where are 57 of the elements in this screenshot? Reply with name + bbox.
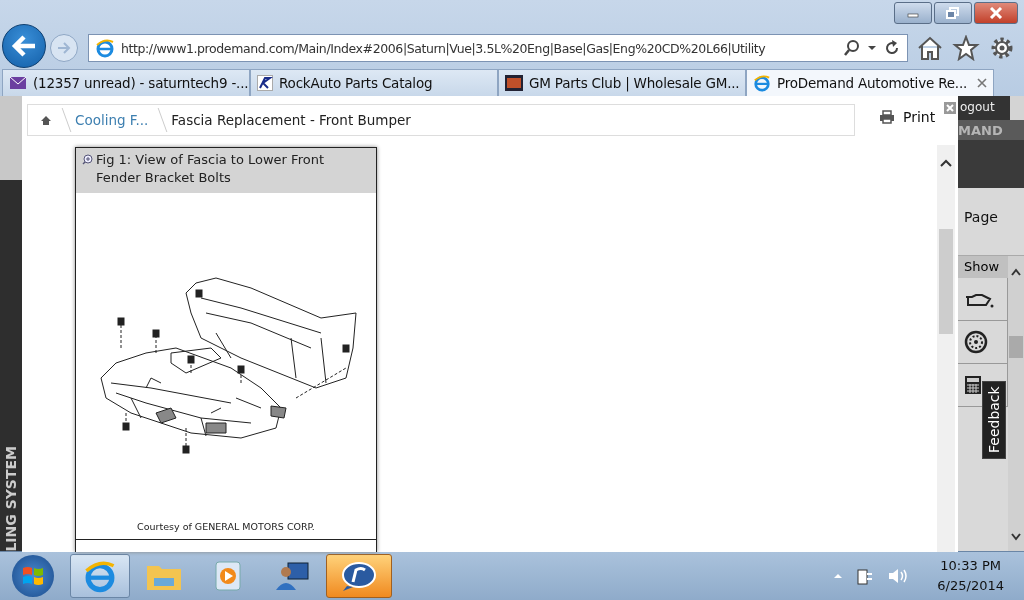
figure-credit: Courtesy of GENERAL MOTORS CORP.	[136, 521, 316, 532]
back-button[interactable]	[2, 24, 46, 68]
scroll-up-icon[interactable]	[940, 159, 952, 167]
start-button[interactable]	[12, 555, 54, 598]
play-icon	[213, 560, 243, 593]
print-button[interactable]: Print	[879, 109, 936, 125]
scrollbar[interactable]	[1008, 256, 1024, 552]
close-icon	[989, 7, 1003, 19]
logo-icon	[505, 75, 523, 91]
ie-icon	[753, 74, 771, 92]
printer-icon	[879, 110, 895, 124]
refresh-icon[interactable]	[883, 39, 901, 57]
close-button[interactable]	[944, 102, 956, 114]
scrollbar[interactable]	[937, 145, 955, 552]
search-icon[interactable]	[843, 39, 861, 57]
back-arrow-icon	[11, 35, 37, 57]
wheel-icon[interactable]	[964, 330, 988, 354]
scroll-thumb[interactable]	[1009, 336, 1023, 358]
home-icon[interactable]	[916, 35, 944, 61]
logout-link[interactable]: ogout	[958, 96, 1010, 120]
breadcrumb-link[interactable]: Cooling F...	[75, 112, 149, 128]
restore-button[interactable]	[934, 2, 972, 24]
forward-arrow-icon	[57, 42, 71, 54]
browser-tab[interactable]: (12357 unread) - saturntech9 -...	[2, 69, 250, 96]
browser-tab[interactable]: GM Parts Club | Wholesale GM...	[498, 69, 746, 96]
brand-logo: MAND	[958, 122, 1003, 138]
close-button[interactable]	[974, 2, 1018, 24]
breadcrumb-current: Fascia Replacement - Front Bumper	[171, 112, 411, 128]
minimize-button[interactable]	[894, 2, 932, 24]
section-title: LING SYSTEM	[3, 445, 19, 552]
scroll-up-icon[interactable]	[1011, 268, 1021, 276]
show-button[interactable]: Show	[958, 256, 1008, 278]
restore-icon	[946, 7, 960, 19]
ie-icon	[83, 559, 117, 594]
taskbar-app[interactable]	[70, 554, 130, 599]
page-link[interactable]: Page	[964, 209, 1024, 255]
home-icon[interactable]	[40, 114, 52, 126]
header-band	[958, 140, 1024, 188]
close-tab-icon[interactable]	[977, 78, 987, 88]
feedback-button[interactable]: Feedback	[982, 381, 1006, 459]
r-logo-icon	[257, 75, 273, 91]
dropdown-icon[interactable]	[867, 44, 877, 52]
calculator-icon[interactable]	[964, 375, 982, 395]
star-icon[interactable]	[952, 35, 980, 61]
url-text: http://www1.prodemand.com/Main/Index#2006|Saturn|Vue|3.5L%20Eng|Base|Gas|Eng%20CD%20L66|Utility	[121, 40, 767, 56]
browser-tab[interactable]: RockAuto Parts Catalog	[250, 69, 498, 96]
envelope-icon	[9, 76, 27, 90]
figure-caption: Fig 1: View of Fascia to Lower Front Fender Bracket Bolts	[96, 151, 325, 187]
browser-tab[interactable]: ProDemand Automotive Re...	[746, 69, 994, 96]
taskbar-app[interactable]	[326, 554, 392, 599]
scroll-down-icon[interactable]	[1011, 533, 1021, 542]
ie-icon	[95, 38, 115, 58]
zoom-in-icon[interactable]	[82, 154, 93, 165]
realplayer-icon	[339, 560, 379, 593]
address-field[interactable]: http://www1.prodemand.com/Main/Index#2006|Saturn|Vue|3.5L%20Eng|Base|Gas|Eng%20CD%20L66|Utility	[88, 34, 908, 62]
clock[interactable]: 10:33 PM 6/25/2014	[937, 556, 1004, 597]
scroll-thumb[interactable]	[939, 229, 953, 334]
